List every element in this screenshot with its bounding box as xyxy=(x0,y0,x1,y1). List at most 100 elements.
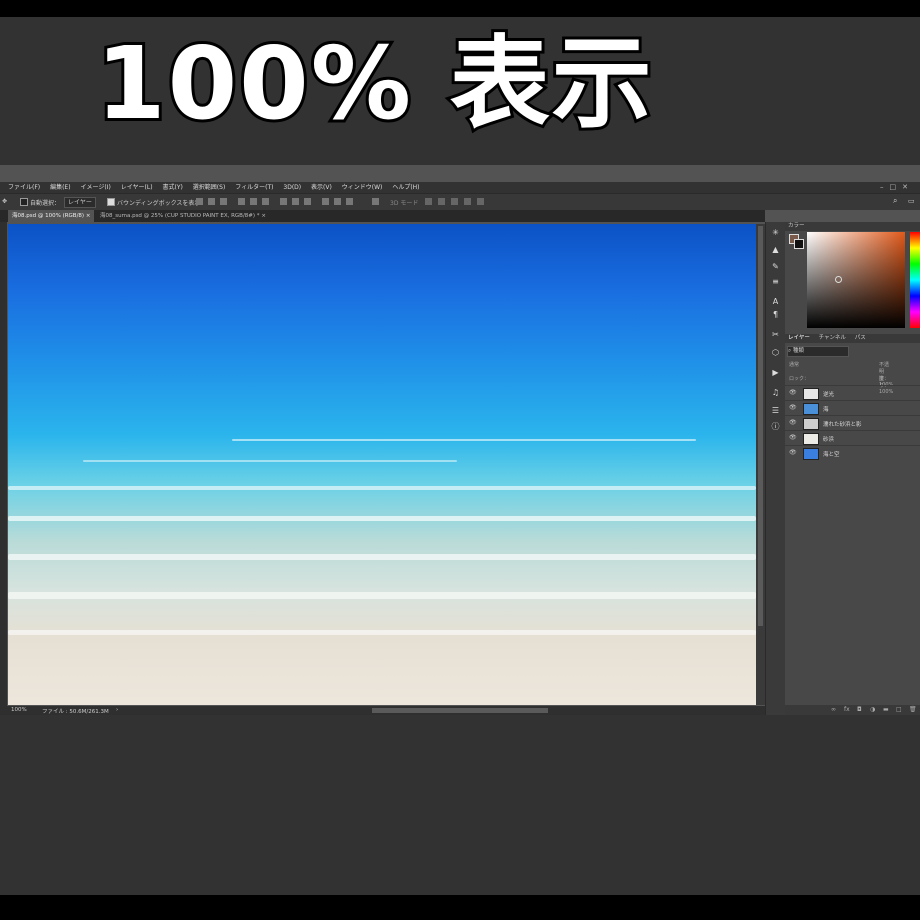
menu-layer[interactable]: レイヤー(L) xyxy=(121,182,153,193)
layer-name: 逆光 xyxy=(823,392,835,398)
color-picker-field[interactable] xyxy=(807,232,905,328)
tab-document-1[interactable]: 海08.psd @ 100% (RGB/8) × xyxy=(8,210,95,222)
3d-scale-icon[interactable] xyxy=(477,198,484,205)
new-layer-icon[interactable]: □ xyxy=(896,706,902,713)
layer-row[interactable]: 👁 逆光 xyxy=(785,385,920,401)
tab-document-2[interactable]: 海08_suma.psd @ 25% (CUP STUDIO PAINT EX,… xyxy=(96,210,270,222)
menu-filter[interactable]: フィルター(T) xyxy=(235,182,273,193)
color-panel-header: カラー xyxy=(785,222,920,231)
3d-pan-icon[interactable] xyxy=(451,198,458,205)
lock-row: ロック： 塗り： 100% xyxy=(789,375,893,395)
visibility-eye-icon[interactable]: 👁 xyxy=(789,404,797,411)
layer-thumbnail xyxy=(803,433,819,445)
paragraph-icon[interactable]: ¶ xyxy=(771,310,780,319)
menu-window[interactable]: ウィンドウ(W) xyxy=(342,182,383,193)
brush-icon[interactable]: ✎ xyxy=(771,262,780,271)
link-layers-icon[interactable]: ∞ xyxy=(831,706,836,713)
properties-icon[interactable]: ☰ xyxy=(771,406,780,415)
search-icon[interactable]: ⌕ xyxy=(893,196,897,206)
layer-row[interactable]: 👁 砂浜 xyxy=(785,430,920,446)
visibility-eye-icon[interactable]: 👁 xyxy=(789,434,797,441)
distribute-top-icon[interactable] xyxy=(280,198,287,205)
visibility-eye-icon[interactable]: 👁 xyxy=(789,449,797,456)
adjustment-layer-icon[interactable]: ◑ xyxy=(870,706,875,713)
wave-foam xyxy=(232,439,697,441)
distribute-bottom-icon[interactable] xyxy=(304,198,311,205)
align-left-icon[interactable] xyxy=(238,198,245,205)
document-canvas[interactable] xyxy=(8,224,756,705)
tab-paths[interactable]: パス xyxy=(855,335,866,341)
layer-filter-label: 種類 xyxy=(792,348,804,354)
color-picker-cursor[interactable] xyxy=(835,276,842,283)
distribute-middle-icon[interactable] xyxy=(292,198,299,205)
auto-select-checkbox[interactable] xyxy=(20,198,28,206)
auto-align-icon[interactable] xyxy=(372,198,379,205)
delete-layer-icon[interactable]: 🗑 xyxy=(909,706,917,713)
photoshop-window: ファイル(F) 編集(E) イメージ(I) レイヤー(L) 書式(Y) 選択範囲… xyxy=(0,165,920,715)
distribute-center-icon[interactable] xyxy=(334,198,341,205)
tab-layers[interactable]: レイヤー xyxy=(788,335,810,341)
tools-panel[interactable] xyxy=(0,222,7,707)
menu-file[interactable]: ファイル(F) xyxy=(8,182,40,193)
vertical-scrollbar[interactable] xyxy=(756,224,765,705)
adjust-icon[interactable]: ≡ xyxy=(771,277,780,286)
zoom-level[interactable]: 100% xyxy=(11,707,27,713)
window-controls-icon[interactable]: –□✕ xyxy=(880,182,914,193)
distribute-right-icon[interactable] xyxy=(346,198,353,205)
layer-style-icon[interactable]: fx xyxy=(844,706,850,713)
play-icon[interactable]: ▶ xyxy=(771,368,780,377)
info-icon[interactable]: ⓘ xyxy=(771,422,780,431)
new-group-icon[interactable]: ▬ xyxy=(883,706,889,713)
align-right-icon[interactable] xyxy=(262,198,269,205)
menu-help[interactable]: ヘルプ(H) xyxy=(392,182,419,193)
3d-rotate-icon[interactable] xyxy=(425,198,432,205)
layers-panel-header: レイヤー チャンネル パス xyxy=(785,334,920,343)
move-tool-icon[interactable]: ✥ xyxy=(2,198,7,205)
horizontal-scrollbar[interactable] xyxy=(372,708,548,713)
scroll-thumb[interactable] xyxy=(758,226,763,626)
blend-mode-dropdown[interactable]: 通常 xyxy=(789,362,799,368)
align-bottom-icon[interactable] xyxy=(220,198,227,205)
layer-row[interactable]: 👁 海 xyxy=(785,400,920,416)
background-color-swatch[interactable] xyxy=(794,239,804,249)
wave-foam xyxy=(8,630,756,635)
auto-select-dropdown[interactable]: レイヤー xyxy=(64,197,96,208)
3d-cube-icon[interactable]: ⬡ xyxy=(771,348,780,357)
layer-row[interactable]: 👁 海と空 xyxy=(785,445,920,461)
menu-image[interactable]: イメージ(I) xyxy=(80,182,110,193)
menu-view[interactable]: 表示(V) xyxy=(311,182,332,193)
brightness-icon[interactable]: ✳ xyxy=(771,228,780,237)
align-middle-icon[interactable] xyxy=(208,198,215,205)
layer-row[interactable]: 👁 濡れた砂浜と影 xyxy=(785,415,920,431)
color-panel-title[interactable]: カラー xyxy=(788,223,805,229)
wave-foam xyxy=(8,592,756,599)
bounding-box-checkbox[interactable] xyxy=(107,198,115,206)
layer-filter-dropdown[interactable]: ⌕ 種類 xyxy=(787,346,849,357)
layer-thumbnail xyxy=(803,418,819,430)
character-icon[interactable]: A xyxy=(771,297,780,306)
right-panels: カラー レイヤー チャンネル パス ⌕ 種類 通常 不透明度： 100% ロック… xyxy=(785,222,920,715)
layer-mask-icon[interactable]: ◘ xyxy=(857,706,862,713)
menu-select[interactable]: 選択範囲(S) xyxy=(193,182,226,193)
tab-channels[interactable]: チャンネル xyxy=(819,335,846,341)
distribute-left-icon[interactable] xyxy=(322,198,329,205)
menu-3d[interactable]: 3D(D) xyxy=(283,182,301,193)
levels-icon[interactable]: ▲ xyxy=(771,245,780,254)
3d-roll-icon[interactable] xyxy=(438,198,445,205)
bounding-box-label: バウンディングボックスを表示 xyxy=(117,200,201,207)
hue-slider[interactable] xyxy=(910,232,920,328)
align-top-icon[interactable] xyxy=(196,198,203,205)
menu-edit[interactable]: 編集(E) xyxy=(50,182,70,193)
3d-slide-icon[interactable] xyxy=(464,198,471,205)
visibility-eye-icon[interactable]: 👁 xyxy=(789,419,797,426)
workspace-icon[interactable]: ▭ xyxy=(908,197,915,205)
close-icon[interactable]: × xyxy=(86,213,91,219)
close-icon[interactable]: × xyxy=(261,213,266,219)
visibility-eye-icon[interactable]: 👁 xyxy=(789,389,797,396)
menu-type[interactable]: 書式(Y) xyxy=(163,182,183,193)
clone-source-icon[interactable]: ♫ xyxy=(771,388,780,397)
scissors-icon[interactable]: ✂ xyxy=(771,330,780,339)
align-center-icon[interactable] xyxy=(250,198,257,205)
status-arrow-icon[interactable]: › xyxy=(116,707,118,713)
panel-icon-column: ✳ ▲ ✎ ≡ A ¶ ✂ ⬡ ▶ ♫ ☰ ⓘ xyxy=(765,222,785,715)
